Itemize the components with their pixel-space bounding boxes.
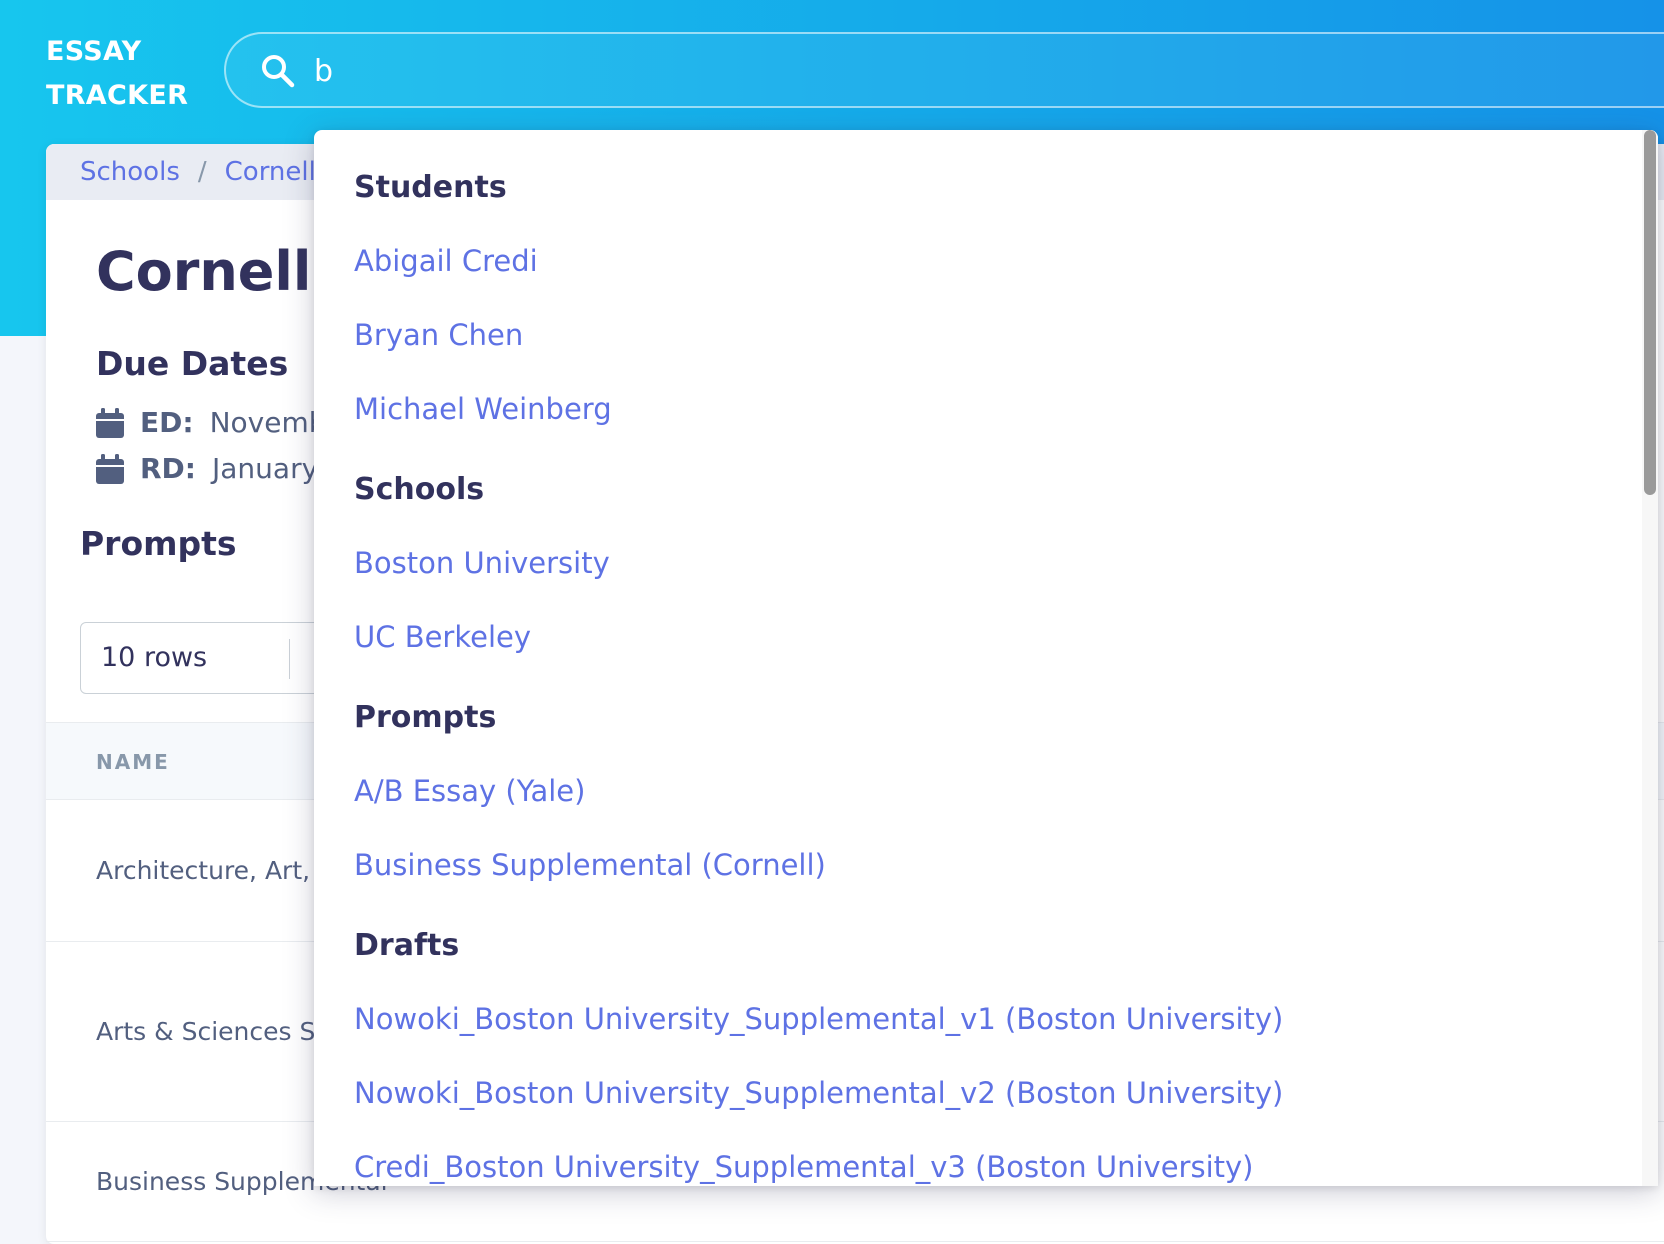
result-prompt[interactable]: A/B Essay (Yale) <box>354 774 585 808</box>
brand-logo[interactable]: ESSAY TRACKER <box>46 30 188 118</box>
rd-label: RD: <box>140 452 196 485</box>
breadcrumb-schools[interactable]: Schools <box>80 157 180 187</box>
result-student[interactable]: Abigail Credi <box>354 244 538 278</box>
row-name: Arts & Sciences Su <box>96 1017 332 1046</box>
scrollbar-thumb[interactable] <box>1644 130 1656 495</box>
result-draft[interactable]: Credi_Boston University_Supplemental_v3 … <box>354 1150 1253 1184</box>
prompts-title: Prompts <box>80 524 237 563</box>
ed-label: ED: <box>140 406 194 439</box>
brand-line-2: TRACKER <box>46 80 189 111</box>
search-results-dropdown: Students Abigail Credi Bryan Chen Michae… <box>314 130 1658 1186</box>
result-draft[interactable]: Nowoki_Boston University_Supplemental_v2… <box>354 1076 1283 1110</box>
rd-due-date: RD: January <box>96 452 318 485</box>
ed-value: Novemb <box>209 406 327 439</box>
select-divider <box>289 639 290 679</box>
breadcrumb-cornell[interactable]: Cornell <box>225 157 316 187</box>
group-title-drafts: Drafts <box>354 928 460 963</box>
brand-line-1: ESSAY <box>46 36 142 67</box>
ed-due-date: ED: Novemb <box>96 406 327 439</box>
breadcrumb-separator: / <box>197 157 207 187</box>
search-icon <box>262 55 295 88</box>
result-student[interactable]: Michael Weinberg <box>354 392 612 426</box>
row-name: Architecture, Art, & <box>96 856 338 885</box>
result-school[interactable]: UC Berkeley <box>354 620 531 654</box>
page-title: Cornell <box>96 240 312 303</box>
due-dates-title: Due Dates <box>96 344 289 383</box>
dropdown-scrollbar[interactable] <box>1642 130 1658 1186</box>
result-school[interactable]: Boston University <box>354 546 610 580</box>
rd-value: January <box>212 452 319 485</box>
calendar-icon <box>96 453 124 484</box>
result-draft[interactable]: Nowoki_Boston University_Supplemental_v1… <box>354 1002 1283 1036</box>
search-input[interactable] <box>312 46 1616 96</box>
group-title-schools: Schools <box>354 472 485 507</box>
group-title-prompts: Prompts <box>354 700 497 735</box>
result-prompt[interactable]: Business Supplemental (Cornell) <box>354 848 826 882</box>
rows-select-value: 10 rows <box>101 642 208 673</box>
group-title-students: Students <box>354 170 507 205</box>
calendar-icon <box>96 407 124 438</box>
search-bar[interactable] <box>224 32 1664 108</box>
column-header-name[interactable]: NAME <box>96 750 170 774</box>
result-student[interactable]: Bryan Chen <box>354 318 523 352</box>
